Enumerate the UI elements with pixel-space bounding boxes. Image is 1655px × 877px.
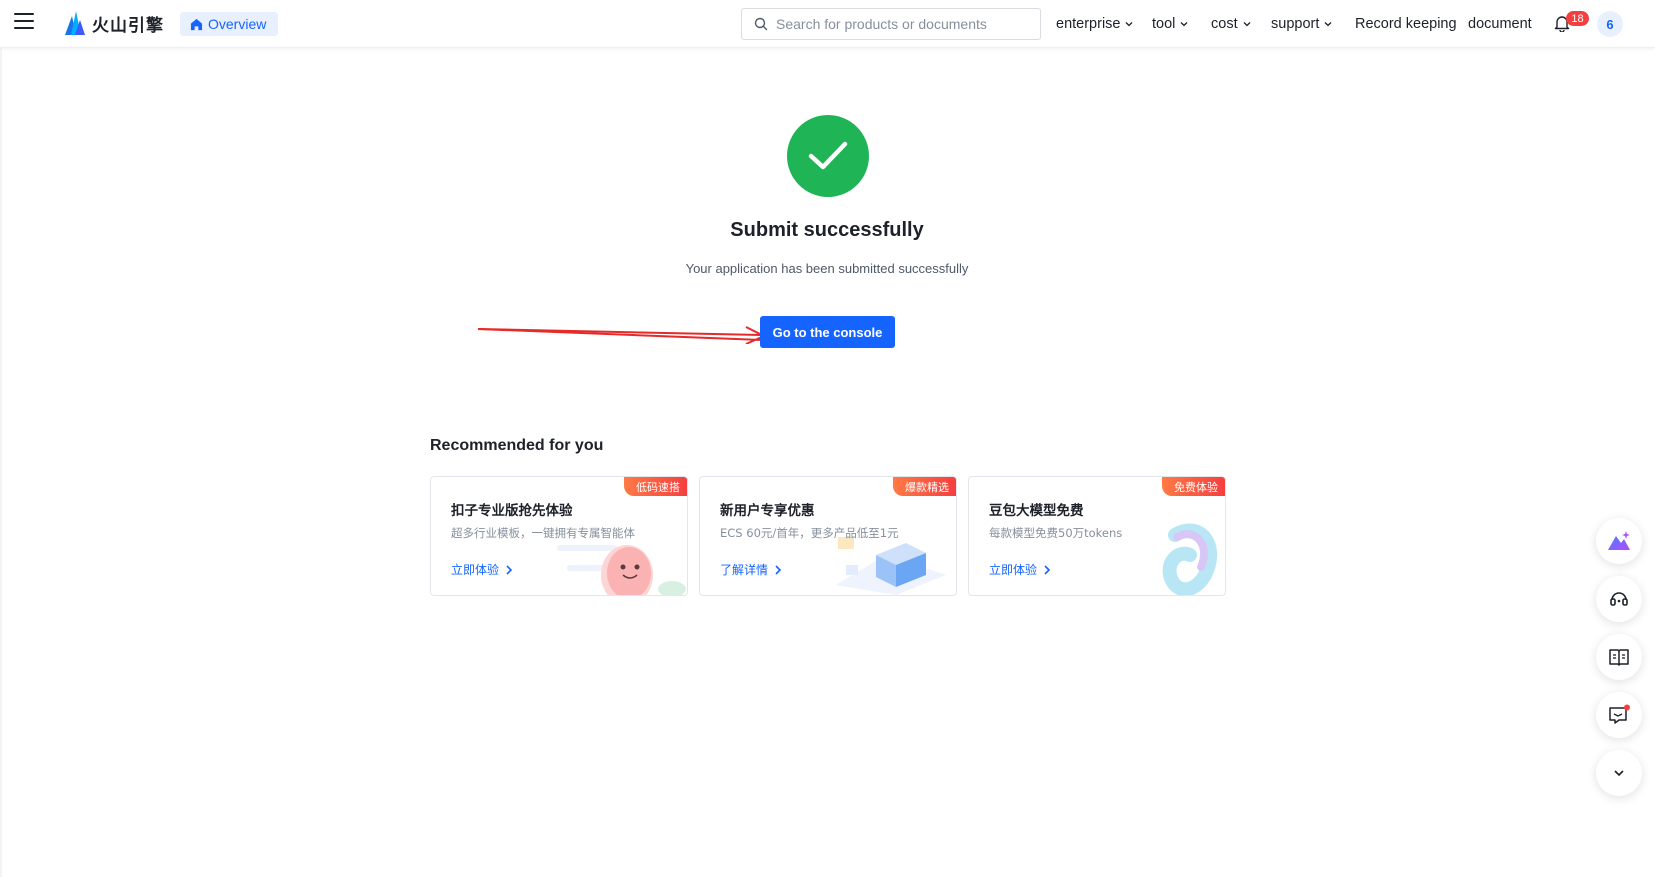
result-subtitle: Your application has been submitted succ… [685, 261, 969, 276]
nav-cost-label: cost [1211, 16, 1238, 32]
result-title: Submit successfully [730, 219, 924, 241]
card-link[interactable]: 立即体验 [989, 561, 1051, 578]
chevron-down-icon [1180, 22, 1188, 27]
nav-tool-label: tool [1152, 16, 1176, 32]
customer-service-button[interactable] [1596, 576, 1642, 622]
nav-document[interactable]: document [1468, 14, 1532, 34]
nav-support[interactable]: support [1271, 14, 1333, 34]
home-icon [190, 18, 203, 30]
nav-tool[interactable]: tool [1152, 14, 1189, 34]
left-edge [0, 48, 2, 877]
search-box[interactable] [741, 8, 1041, 40]
nav-enterprise-label: enterprise [1056, 16, 1121, 32]
feedback-button[interactable] [1596, 692, 1642, 738]
nav-cost[interactable]: cost [1211, 14, 1252, 34]
overview-tab-label: Overview [208, 16, 267, 32]
card-link-label: 立即体验 [989, 563, 1038, 577]
message-icon [1609, 704, 1630, 724]
chevron-right-icon [775, 564, 782, 575]
chevron-right-icon [1044, 564, 1051, 575]
go-to-console-button[interactable]: Go to the console [760, 316, 895, 348]
documentation-button[interactable] [1596, 634, 1642, 680]
chevron-down-icon [1324, 22, 1332, 27]
nav-enterprise[interactable]: enterprise [1056, 14, 1134, 34]
card-title: 豆包大模型免费 [989, 503, 1084, 519]
chevron-down-icon [1126, 22, 1133, 27]
book-icon [1609, 649, 1629, 666]
nav-record-keeping-label: Record keeping [1355, 16, 1457, 32]
chevron-down-icon [1614, 770, 1624, 777]
hamburger-menu-icon[interactable] [14, 13, 34, 31]
success-check-icon [787, 115, 869, 197]
card-tag: 低码速搭 [624, 477, 687, 496]
search-input[interactable] [776, 16, 1026, 32]
card-description: 超多行业模板，一键拥有专属智能体 [451, 526, 635, 540]
overview-tab[interactable]: Overview [180, 12, 279, 36]
card-link[interactable]: 立即体验 [451, 561, 513, 578]
chevron-down-icon [1243, 22, 1251, 27]
card-link-label: 立即体验 [451, 563, 500, 577]
card-tag: 免费体验 [1162, 477, 1225, 496]
nav-document-label: document [1468, 16, 1532, 32]
volcano-logo-icon [65, 11, 85, 35]
recommend-card-doubao[interactable]: 免费体验 豆包大模型免费 每款模型免费50万tokens 立即体验 [968, 476, 1226, 596]
top-navigation-bar: 火山引擎 Overview enterprise tool cost suppo… [0, 0, 1655, 48]
doubao-swirl-illustration-icon [1162, 523, 1218, 595]
logo[interactable]: 火山引擎 [62, 9, 164, 37]
headset-icon [1610, 592, 1628, 606]
nav-support-label: support [1271, 16, 1320, 32]
card-tag: 爆款精选 [893, 477, 956, 496]
card-link-label: 了解详情 [720, 563, 769, 577]
notification-badge: 18 [1566, 11, 1589, 26]
avatar[interactable]: 6 [1597, 11, 1623, 37]
card-link[interactable]: 了解详情 [720, 561, 782, 578]
nav-record-keeping[interactable]: Record keeping [1355, 14, 1457, 34]
card-description: ECS 60元/首年，更多产品低至1元 [720, 526, 899, 540]
card-title: 扣子专业版抢先体验 [451, 503, 573, 519]
search-icon [754, 17, 768, 31]
ai-assistant-button[interactable] [1596, 518, 1642, 564]
recommend-card-coze[interactable]: 低码速搭 扣子专业版抢先体验 超多行业模板，一键拥有专属智能体 立即体验 [430, 476, 688, 596]
chevron-right-icon [506, 564, 513, 575]
logo-text: 火山引擎 [92, 15, 164, 36]
annotation-arrow-icon [477, 326, 767, 344]
collapse-tools-button[interactable] [1596, 750, 1642, 796]
recommend-card-new-user[interactable]: 爆款精选 新用户专享优惠 ECS 60元/首年，更多产品低至1元 了解详情 [699, 476, 957, 596]
mountain-sparkle-icon [1608, 531, 1630, 550]
recommended-title: Recommended for you [430, 437, 604, 454]
card-description: 每款模型免费50万tokens [989, 526, 1123, 540]
card-title: 新用户专享优惠 [720, 503, 815, 519]
